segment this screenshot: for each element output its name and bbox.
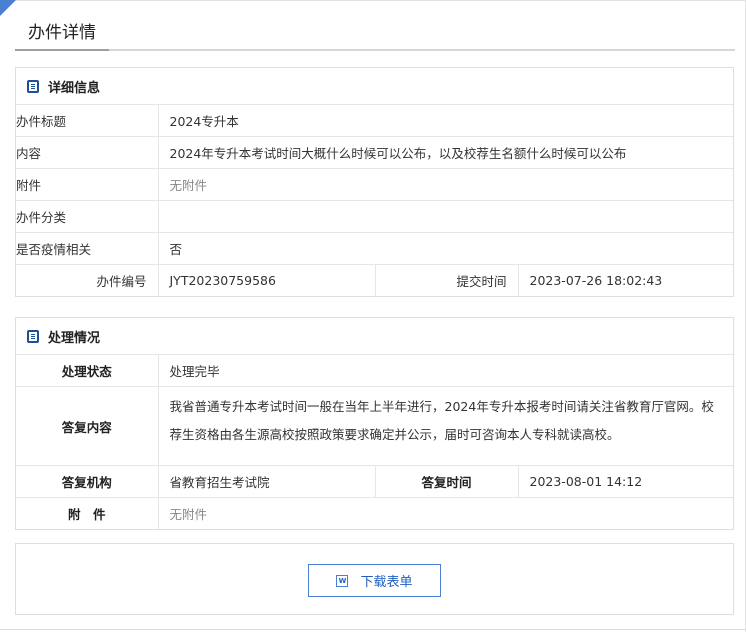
word-icon: W <box>336 574 349 587</box>
table-row: 处理状态 处理完毕 <box>16 355 733 387</box>
table-row: 是否疫情相关 否 <box>16 232 733 265</box>
table-row: 附 件 无附件 <box>16 497 733 529</box>
outer-top-border <box>0 0 746 1</box>
detail-heading: 详细信息 <box>48 80 101 96</box>
reply-time-value: 2023-08-01 14:12 <box>518 465 733 498</box>
corner-accent <box>0 0 16 16</box>
category-value <box>158 200 733 233</box>
content-value: 2024年专升本考试时间大概什么时候可以公布，以及校荐生名额什么时候可以公布 <box>158 136 733 169</box>
status-value: 处理完毕 <box>169 364 220 379</box>
row-label: 办件标题 <box>16 105 159 137</box>
page-title: 办件详情 <box>15 18 109 51</box>
number-label: 办件编号 <box>16 264 159 296</box>
table-row: 内容 2024年专升本考试时间大概什么时候可以公布，以及校荐生名额什么时候可以公… <box>16 136 733 169</box>
title-value: 2024专升本 <box>169 114 239 129</box>
row-label: 内容 <box>16 136 159 169</box>
process-panel: 处理情况 处理状态 处理完毕 答复内容 我省普通专升本考试时间一般在当年上半年进… <box>15 317 734 530</box>
table-row: 答复机构 省教育招生考试院 答复时间 2023-08-01 14:12 <box>16 465 733 498</box>
detail-panel-header: 详细信息 <box>16 68 733 105</box>
document-icon <box>27 79 39 93</box>
row-label: 办件分类 <box>16 200 159 233</box>
bottom-divider <box>0 629 746 630</box>
submit-time-label: 提交时间 <box>375 264 519 296</box>
detail-panel: 详细信息 办件标题 2024专升本 内容 2024年专升本考试时间大概什么时候可… <box>15 67 734 297</box>
table-row: 办件分类 <box>16 200 733 233</box>
row-label: 附件 <box>16 168 159 201</box>
number-value: JYT20230759586 <box>158 264 376 296</box>
row-label: 是否疫情相关 <box>16 232 159 265</box>
attachment-value: 无附件 <box>158 168 733 201</box>
attach-value: 无附件 <box>158 497 733 529</box>
detail-table: 办件标题 2024专升本 内容 2024年专升本考试时间大概什么时候可以公布，以… <box>16 105 733 296</box>
reply-time-label: 答复时间 <box>375 465 519 498</box>
document-icon <box>27 329 39 343</box>
status-label: 处理状态 <box>16 355 159 387</box>
table-row: 答复内容 我省普通专升本考试时间一般在当年上半年进行，2024年专升本报考时间请… <box>16 386 733 466</box>
org-label: 答复机构 <box>16 465 159 498</box>
table-row: 办件标题 2024专升本 <box>16 105 733 137</box>
attach-label: 附 件 <box>16 497 159 529</box>
download-label: 下载表单 <box>360 575 413 590</box>
org-value: 省教育招生考试院 <box>158 465 376 498</box>
epidemic-value: 否 <box>158 232 733 265</box>
process-table: 处理状态 处理完毕 答复内容 我省普通专升本考试时间一般在当年上半年进行，202… <box>16 355 733 529</box>
table-row: 附件 无附件 <box>16 168 733 201</box>
download-form-button[interactable]: W 下载表单 <box>308 564 441 597</box>
download-panel: W 下载表单 <box>15 543 734 615</box>
submit-time-value: 2023-07-26 18:02:43 <box>518 264 733 296</box>
reply-label: 答复内容 <box>16 386 159 466</box>
process-heading: 处理情况 <box>48 330 101 346</box>
page-header: 办件详情 <box>15 18 735 51</box>
table-row: 办件编号 JYT20230759586 提交时间 2023-07-26 18:0… <box>16 264 733 296</box>
process-panel-header: 处理情况 <box>16 318 733 355</box>
reply-value: 我省普通专升本考试时间一般在当年上半年进行，2024年专升本报考时间请关注省教育… <box>158 386 733 466</box>
